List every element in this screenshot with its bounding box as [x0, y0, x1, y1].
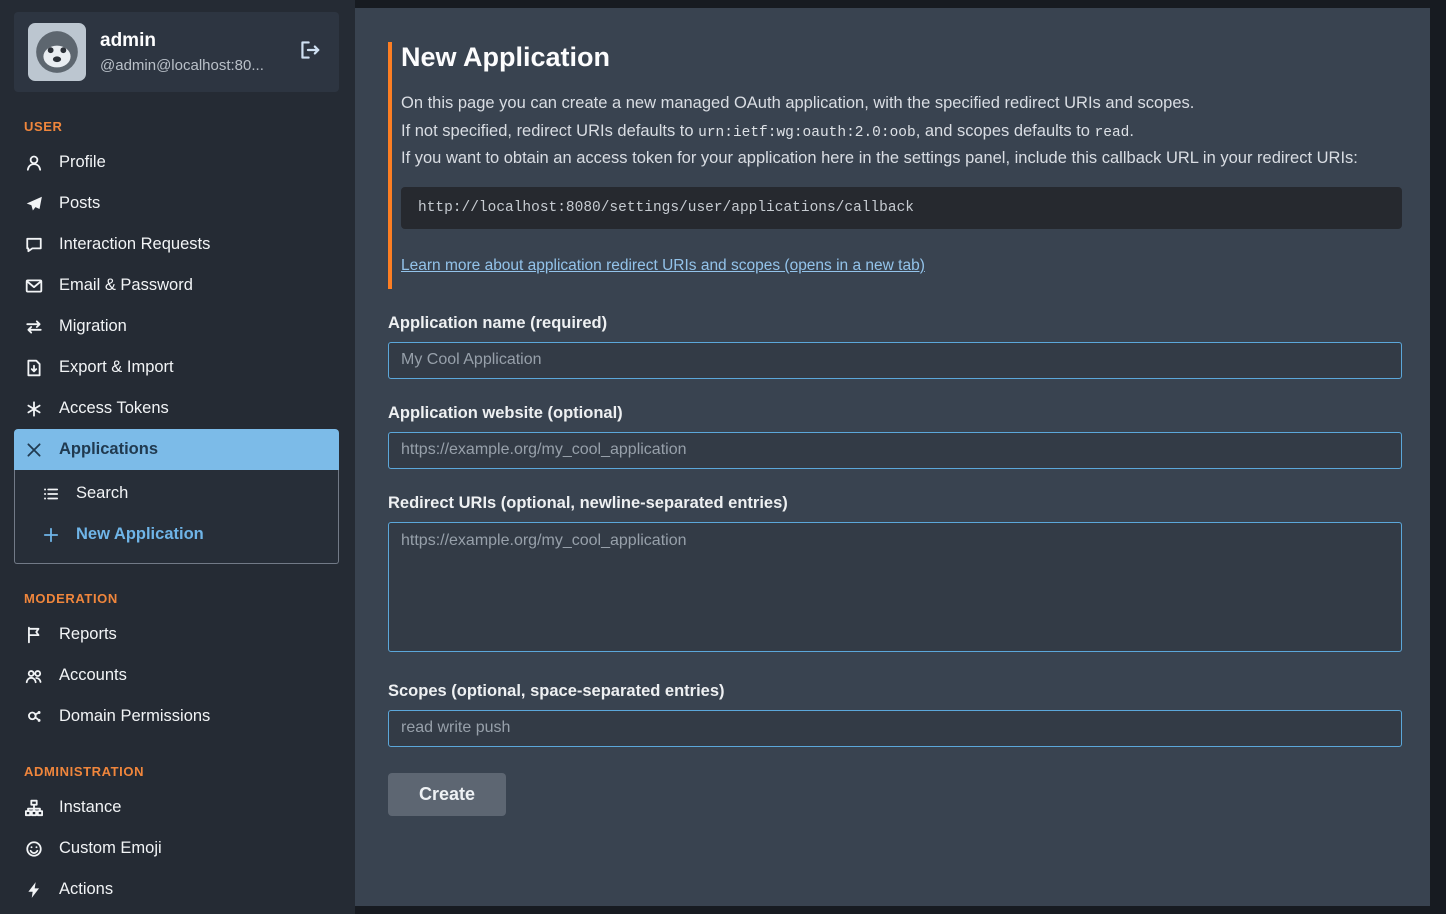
list-icon — [41, 485, 61, 503]
sidebar-item-profile[interactable]: Profile — [14, 142, 339, 183]
screwdriver-wrench-icon — [24, 441, 44, 459]
sidebar-item-new-application[interactable]: New Application — [15, 514, 338, 555]
new-application-form: Application name (required) Application … — [388, 314, 1402, 816]
sidebar-item-instance[interactable]: Instance — [14, 787, 339, 828]
scopes-label: Scopes (optional, space-separated entrie… — [388, 682, 1402, 701]
user-name: admin — [100, 30, 281, 52]
migration-arrows-icon — [24, 318, 44, 336]
scopes-input[interactable] — [388, 710, 1402, 747]
sidebar-item-label: Email & Password — [59, 276, 193, 295]
smiley-icon — [24, 840, 44, 858]
callback-url-codeblock: http://localhost:8080/settings/user/appl… — [401, 187, 1402, 229]
intro-line-2: If not specified, redirect URIs defaults… — [401, 119, 1402, 145]
redirect-uris-group: Redirect URIs (optional, newline-separat… — [388, 494, 1402, 657]
sidebar-item-label: Actions — [59, 880, 113, 899]
main-panel: New Application On this page you can cre… — [355, 8, 1430, 906]
intro-line-3: If you want to obtain an access token fo… — [401, 146, 1402, 172]
avatar — [28, 23, 86, 81]
sidebar-item-label: Migration — [59, 317, 127, 336]
sidebar-item-custom-emoji[interactable]: Custom Emoji — [14, 828, 339, 869]
sidebar-item-label: Profile — [59, 153, 106, 172]
application-website-label: Application website (optional) — [388, 404, 1402, 423]
user-handle: @admin@localhost:80... — [100, 57, 281, 74]
applications-submenu: Search New Application — [14, 470, 339, 564]
section-label-user: USER — [24, 119, 339, 134]
plus-icon — [41, 526, 61, 544]
redirect-uris-label: Redirect URIs (optional, newline-separat… — [388, 494, 1402, 513]
users-icon — [24, 667, 44, 685]
inline-code-read: read — [1095, 125, 1130, 141]
sidebar-item-accounts[interactable]: Accounts — [14, 655, 339, 696]
user-card: admin @admin@localhost:80... — [14, 12, 339, 92]
section-label-administration: ADMINISTRATION — [24, 764, 339, 779]
application-name-group: Application name (required) — [388, 314, 1402, 379]
sidebar-item-label: Applications — [59, 440, 158, 459]
user-icon — [24, 154, 44, 172]
sidebar-item-applications-search[interactable]: Search — [15, 473, 338, 514]
sidebar-item-label: Reports — [59, 625, 117, 644]
sidebar-item-label: Export & Import — [59, 358, 174, 377]
sidebar-item-label: Domain Permissions — [59, 707, 210, 726]
redirect-uris-textarea[interactable] — [388, 522, 1402, 652]
flag-icon — [24, 626, 44, 644]
sidebar-item-label: Interaction Requests — [59, 235, 210, 254]
file-export-icon — [24, 359, 44, 377]
sidebar-item-domain-permissions[interactable]: Domain Permissions — [14, 696, 339, 737]
sidebar-item-label: Custom Emoji — [59, 839, 162, 858]
sidebar-item-label: New Application — [76, 525, 204, 544]
inline-code-oob: urn:ietf:wg:oauth:2.0:oob — [698, 125, 916, 141]
envelope-icon — [24, 277, 44, 295]
sidebar-item-email-password[interactable]: Email & Password — [14, 265, 339, 306]
sidebar-item-interaction-requests[interactable]: Interaction Requests — [14, 224, 339, 265]
section-label-moderation: MODERATION — [24, 591, 339, 606]
asterisk-icon — [24, 400, 44, 418]
sidebar-item-reports[interactable]: Reports — [14, 614, 339, 655]
intro-block: New Application On this page you can cre… — [388, 42, 1402, 289]
comment-icon — [24, 236, 44, 254]
sidebar-item-label: Access Tokens — [59, 399, 169, 418]
bolt-icon — [24, 881, 44, 899]
sidebar-item-applications[interactable]: Applications — [14, 429, 339, 470]
sidebar: admin @admin@localhost:80... USER Profil… — [0, 0, 355, 914]
learn-more-link[interactable]: Learn more about application redirect UR… — [401, 257, 925, 275]
network-nodes-icon — [24, 708, 44, 726]
sidebar-item-export-import[interactable]: Export & Import — [14, 347, 339, 388]
application-website-input[interactable] — [388, 432, 1402, 469]
sidebar-item-actions[interactable]: Actions — [14, 869, 339, 910]
create-button[interactable]: Create — [388, 773, 506, 816]
sidebar-item-access-tokens[interactable]: Access Tokens — [14, 388, 339, 429]
user-meta: admin @admin@localhost:80... — [100, 30, 281, 74]
sidebar-item-label: Posts — [59, 194, 100, 213]
application-name-input[interactable] — [388, 342, 1402, 379]
scopes-group: Scopes (optional, space-separated entrie… — [388, 682, 1402, 747]
sidebar-item-label: Accounts — [59, 666, 127, 685]
application-name-label: Application name (required) — [388, 314, 1402, 333]
paper-plane-icon — [24, 195, 44, 213]
intro-line-1: On this page you can create a new manage… — [401, 91, 1402, 117]
page-title: New Application — [401, 42, 1402, 73]
sitemap-icon — [24, 799, 44, 817]
sidebar-item-migration[interactable]: Migration — [14, 306, 339, 347]
application-website-group: Application website (optional) — [388, 404, 1402, 469]
logout-icon[interactable] — [295, 35, 325, 70]
sidebar-item-label: Search — [76, 484, 128, 503]
sidebar-item-label: Instance — [59, 798, 121, 817]
sidebar-item-posts[interactable]: Posts — [14, 183, 339, 224]
